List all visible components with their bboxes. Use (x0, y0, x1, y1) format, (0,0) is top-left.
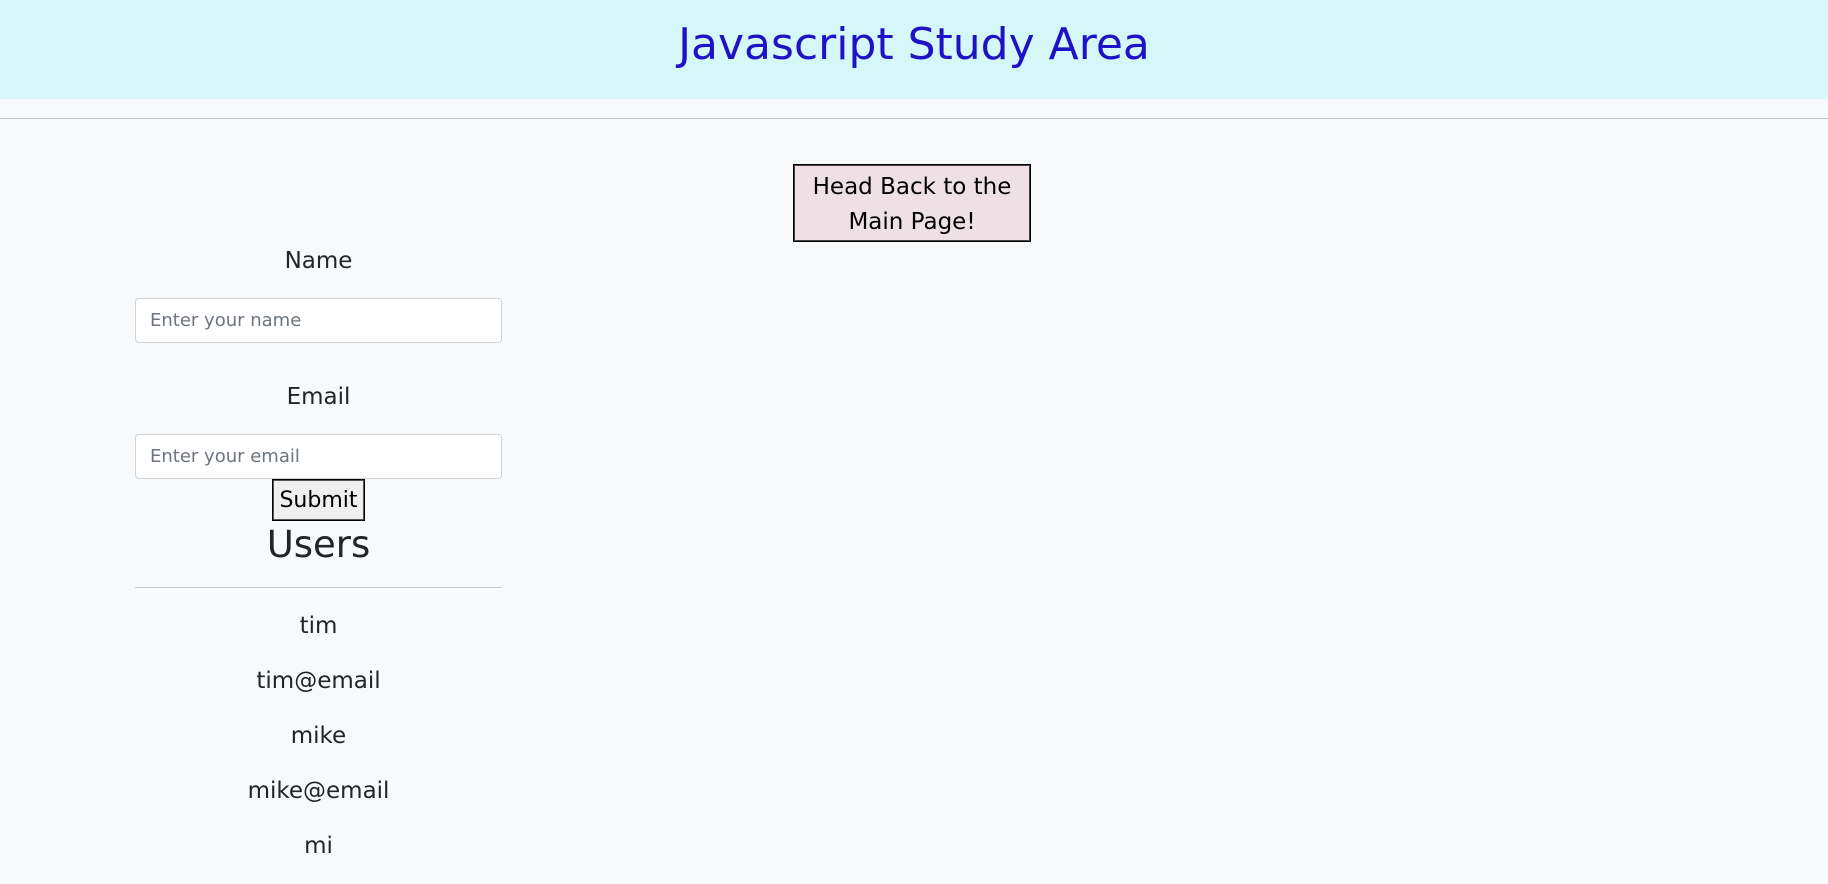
name-label: Name (284, 248, 353, 274)
list-item: tim (299, 613, 338, 639)
submit-button[interactable]: Submit (272, 479, 365, 521)
page-title: Javascript Study Area (678, 19, 1150, 70)
list-item: mike (290, 723, 347, 749)
back-to-main-button[interactable]: Head Back to the Main Page! (793, 164, 1031, 242)
user-list: tim tim@email mike mike@email mi (135, 609, 502, 884)
header-divider (0, 118, 1828, 119)
users-divider (135, 587, 502, 588)
list-item: tim@email (256, 668, 381, 694)
name-input[interactable] (135, 298, 502, 343)
email-label: Email (286, 384, 351, 410)
list-item: mike@email (247, 778, 390, 804)
email-input[interactable] (135, 434, 502, 479)
page-header: Javascript Study Area (0, 0, 1828, 99)
list-item: mi (304, 833, 333, 859)
users-heading: Users (266, 523, 371, 566)
